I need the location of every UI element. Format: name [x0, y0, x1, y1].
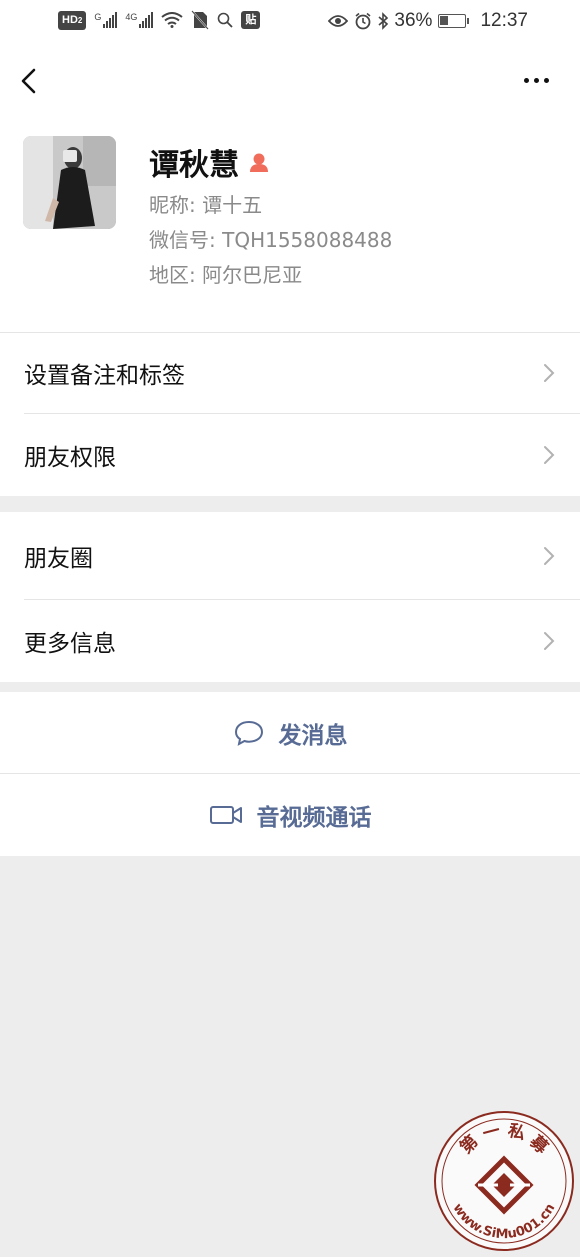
more-info-label: 更多信息: [24, 631, 116, 657]
avatar-image: [23, 136, 116, 229]
signal-icon: G: [94, 12, 118, 28]
send-message-label: 发消息: [278, 723, 348, 749]
friend-permissions-label: 朋友权限: [24, 445, 116, 471]
chevron-right-icon: [544, 632, 555, 650]
more-options-button[interactable]: [524, 70, 554, 90]
dot: [534, 77, 539, 83]
no-sim-icon: [191, 10, 210, 30]
menu-group-settings: 设置备注和标签 朋友权限: [0, 332, 580, 496]
contact-name: 谭秋慧: [149, 148, 239, 183]
app-notification-badge: 贴: [241, 11, 261, 29]
nickname-value: 谭十五: [202, 193, 263, 217]
menu-group-moments: 朋友圈 更多信息: [0, 512, 580, 682]
status-right: 36% 12:37: [328, 10, 528, 32]
clock: 12:37: [480, 10, 528, 31]
bluetooth-icon: [378, 12, 389, 30]
video-call-label: 音视频通话: [256, 805, 372, 831]
battery-icon: [438, 14, 470, 28]
status-bar: HD2 G 4G 贴 36% 12:37: [0, 0, 580, 44]
dot: [524, 77, 529, 83]
chevron-right-icon: [544, 364, 555, 382]
video-call-button[interactable]: 音视频通话: [0, 774, 580, 856]
dot: [544, 77, 549, 83]
send-message-button[interactable]: 发消息: [0, 692, 580, 774]
hd-badge: HD2: [58, 10, 87, 30]
moments-label: 朋友圈: [24, 546, 93, 572]
set-remark-tags-label: 设置备注和标签: [24, 363, 185, 389]
profile-header: 谭秋慧 昵称: 谭十五 微信号: TQH1558088488 地区: 阿尔巴尼亚: [0, 124, 580, 332]
search-icon: [218, 12, 234, 28]
wechat-id-label: 微信号:: [149, 228, 216, 252]
moments-item[interactable]: 朋友圈: [0, 512, 580, 600]
set-remark-tags-item[interactable]: 设置备注和标签: [0, 332, 580, 414]
wechat-id-line: 微信号: TQH1558088488: [149, 224, 392, 253]
more-info-item[interactable]: 更多信息: [0, 600, 580, 682]
nickname-line: 昵称: 谭十五: [149, 189, 262, 218]
name-row: 谭秋慧: [149, 140, 271, 184]
wifi-icon: [161, 12, 183, 28]
action-group: 发消息 音视频通话: [0, 692, 580, 856]
region-label: 地区:: [149, 263, 196, 287]
wechat-id-value: TQH1558088488: [222, 228, 393, 252]
friend-permissions-item[interactable]: 朋友权限: [0, 414, 580, 496]
top-nav-bar: [0, 44, 580, 124]
back-button[interactable]: [14, 64, 44, 98]
status-left: HD2 G 4G 贴: [58, 10, 261, 30]
chevron-right-icon: [544, 446, 555, 464]
video-camera-icon: [209, 806, 242, 824]
nickname-label: 昵称:: [149, 193, 196, 217]
avatar[interactable]: [23, 136, 116, 229]
chevron-right-icon: [544, 547, 555, 565]
chat-bubble-icon: [234, 720, 263, 746]
alarm-icon: [355, 12, 371, 30]
battery-percent: 36%: [394, 10, 433, 31]
region-line: 地区: 阿尔巴尼亚: [149, 259, 302, 288]
female-icon: [250, 153, 268, 172]
signal-4g-icon: 4G: [125, 12, 154, 28]
eye-icon: [328, 15, 349, 27]
watermark-logo: 第 一 私 募 www.SiMu001.cn: [434, 1111, 574, 1251]
region-value: 阿尔巴尼亚: [202, 263, 303, 287]
